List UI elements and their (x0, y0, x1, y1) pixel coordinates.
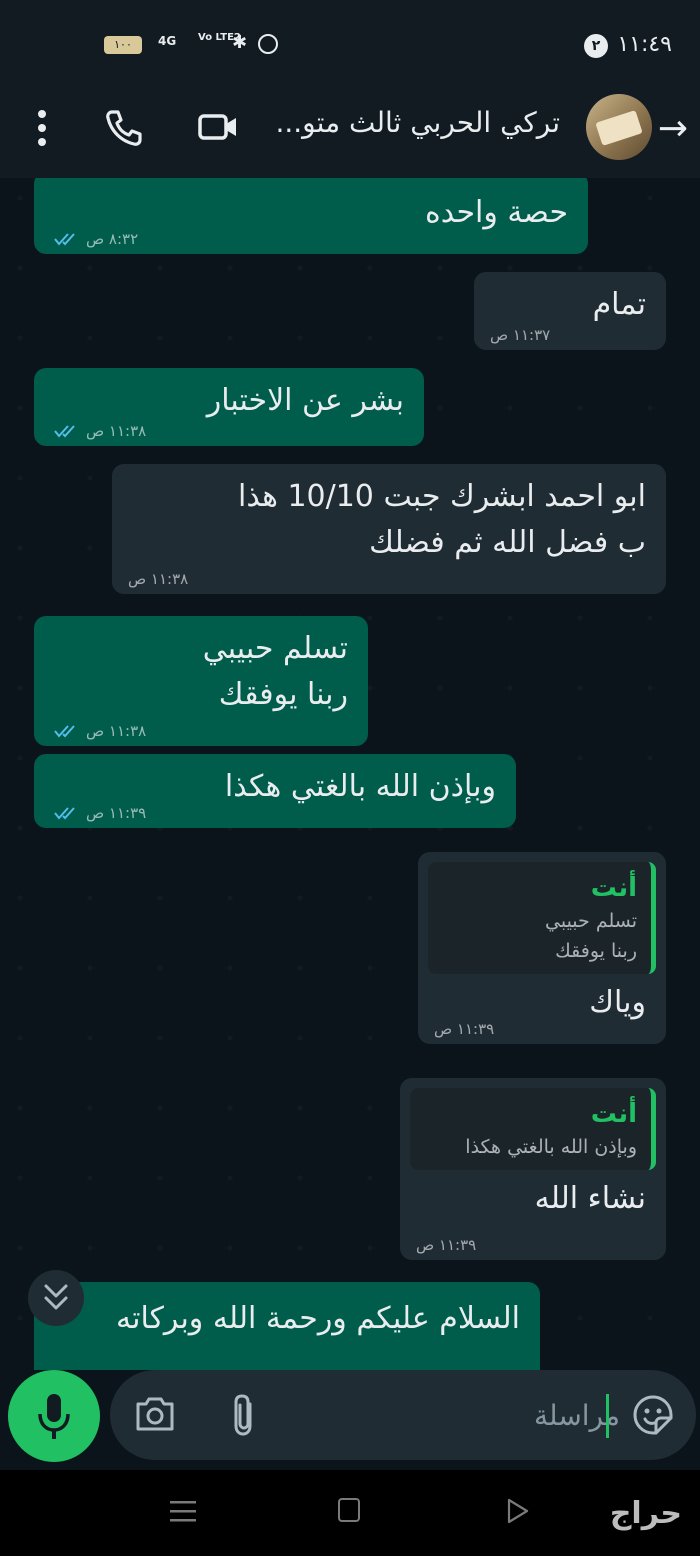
home-icon[interactable] (338, 1498, 360, 1522)
message-incoming[interactable]: تمام ١١:٣٧ ص (474, 272, 666, 350)
message-text: ب فضل الله ثم فضلك (369, 525, 646, 560)
message-meta: ١١:٣٨ ص (128, 570, 188, 588)
quote-author: أنت (590, 873, 637, 903)
contact-avatar[interactable] (586, 94, 652, 160)
status-time: ١١:٤٩ (617, 32, 672, 57)
read-ticks-icon (54, 425, 75, 438)
text-caret (606, 1394, 609, 1438)
message-text: ربنا يوفقك (218, 677, 348, 712)
message-time: ٨:٣٢ ص (86, 230, 139, 248)
read-ticks-icon (54, 233, 75, 246)
chat-header: → تركي الحربي ثالث متو... (0, 90, 700, 178)
message-meta: ١١:٣٩ ص (434, 1020, 494, 1038)
contact-name[interactable]: تركي الحربي ثالث متو... (275, 106, 560, 139)
message-meta: ١١:٣٨ ص (54, 722, 146, 740)
quote-text: وبإذن الله بالغتي هكذا (465, 1136, 637, 1158)
message-meta: ٨:٣٢ ص (54, 230, 138, 248)
quote-text: ربنا يوفقك (555, 940, 637, 962)
message-text: حصة واحده (424, 195, 568, 230)
message-time: ١١:٣٩ ص (86, 804, 147, 822)
camera-icon[interactable] (134, 1394, 176, 1434)
message-outgoing[interactable]: حصة واحده ٨:٣٢ ص (34, 178, 588, 254)
message-input[interactable] (240, 1390, 620, 1440)
quoted-message[interactable]: أنت تسلم حبيبي ربنا يوفقك (428, 862, 656, 974)
composer (0, 1370, 700, 1462)
scroll-to-bottom-button[interactable] (28, 1270, 84, 1326)
message-incoming[interactable]: أنت وبإذن الله بالغتي هكذا نشاء الله ١١:… (400, 1078, 666, 1260)
message-time: ١١:٣٨ ص (86, 722, 147, 740)
signal-icon: 4G (158, 34, 177, 48)
read-ticks-icon (54, 725, 75, 738)
recent-apps-icon[interactable] (170, 1500, 196, 1522)
message-text: تسلم حبيبي (202, 631, 348, 666)
voice-record-button[interactable] (8, 1370, 100, 1462)
quoted-message[interactable]: أنت وبإذن الله بالغتي هكذا (410, 1088, 656, 1170)
message-time: ١١:٣٨ ص (128, 570, 189, 588)
message-time: ١١:٣٨ ص (86, 422, 147, 440)
system-nav-bar: حراج (0, 1470, 700, 1556)
message-outgoing[interactable]: بشر عن الاختبار ١١:٣٨ ص (34, 368, 424, 446)
status-bar: ١٠٠ 4G Vo LTE2 ✱ ٢ ١١:٤٩ (0, 0, 700, 90)
message-time: ١١:٣٧ ص (490, 326, 551, 344)
message-text: نشاء الله (534, 1181, 646, 1216)
message-time: ١١:٣٩ ص (434, 1020, 495, 1038)
message-outgoing[interactable]: وبإذن الله بالغتي هكذا ١١:٣٩ ص (34, 754, 516, 828)
back-triangle-icon[interactable] (506, 1498, 530, 1524)
double-chevron-down-icon (44, 1284, 68, 1310)
voice-call-icon[interactable] (104, 108, 144, 148)
message-outgoing[interactable]: السلام عليكم ورحمة الله وبركاته (34, 1282, 540, 1370)
message-field[interactable] (110, 1370, 696, 1460)
back-arrow-icon[interactable]: → (658, 108, 688, 149)
message-outgoing[interactable]: تسلم حبيبي ربنا يوفقك ١١:٣٨ ص (34, 616, 368, 746)
microphone-icon (38, 1394, 70, 1439)
message-meta: ١١:٣٩ ص (416, 1236, 476, 1254)
message-list[interactable]: حصة واحده ٨:٣٢ ص تمام ١١:٣٧ ص بشر عن الا… (0, 178, 700, 1370)
message-time: ١١:٣٩ ص (416, 1236, 477, 1254)
watermark-logo: حراج (609, 1496, 682, 1531)
message-text: بشر عن الاختبار (206, 383, 404, 418)
message-text: السلام عليكم ورحمة الله وبركاته (116, 1301, 520, 1336)
quote-author: أنت (590, 1099, 637, 1129)
message-text: ابو احمد ابشرك جبت 10/10 هذا (237, 479, 646, 514)
quote-text: تسلم حبيبي (545, 910, 637, 932)
message-meta: ١١:٣٩ ص (54, 804, 146, 822)
message-text: تمام (592, 287, 646, 322)
bluetooth-icon: ✱ (232, 32, 248, 53)
read-ticks-icon (54, 807, 75, 820)
alarm-icon (258, 34, 278, 54)
message-meta: ١١:٣٧ ص (490, 326, 550, 344)
sticker-icon[interactable] (632, 1394, 674, 1436)
message-meta: ١١:٣٨ ص (54, 422, 146, 440)
battery-icon: ١٠٠ (104, 36, 142, 54)
message-incoming[interactable]: ابو احمد ابشرك جبت 10/10 هذا ب فضل الله … (112, 464, 666, 594)
notification-badge: ٢ (584, 34, 608, 58)
more-menu-icon[interactable] (36, 108, 48, 148)
video-call-icon[interactable] (198, 112, 238, 142)
message-incoming[interactable]: أنت تسلم حبيبي ربنا يوفقك وياك ١١:٣٩ ص (418, 852, 666, 1044)
